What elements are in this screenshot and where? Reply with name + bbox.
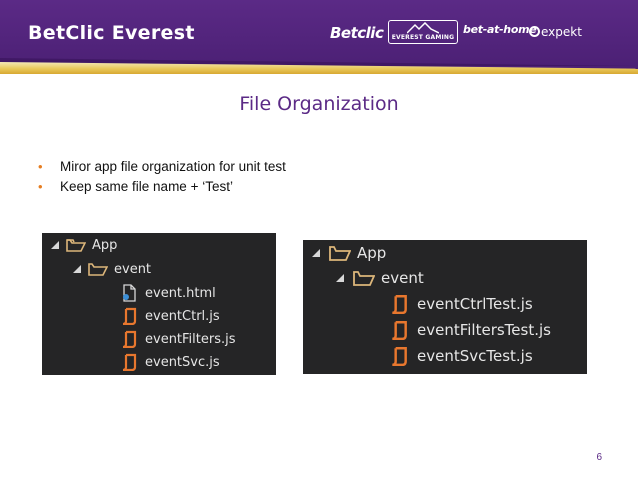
bullet-list: • Miror app file organization for unit t…	[38, 157, 286, 197]
tree-node-event[interactable]: event	[72, 261, 151, 277]
betclic-logo: Betclic	[330, 24, 384, 42]
folder-open-icon	[329, 246, 351, 261]
tree-label: App	[357, 244, 387, 262]
bullet-item: • Keep same file name + ‘Test’	[38, 177, 286, 197]
tree-file[interactable]: eventSvcTest.js	[389, 346, 533, 366]
expand-triangle-icon[interactable]	[50, 240, 60, 250]
folder-open-icon	[88, 263, 108, 276]
bullet-item: • Miror app file organization for unit t…	[38, 157, 286, 177]
tree-label: event	[114, 261, 152, 277]
bullet-dot-icon: •	[38, 159, 43, 174]
tree-label: eventSvc.js	[145, 354, 220, 370]
bullet-dot-icon: •	[38, 179, 43, 194]
slide-title: File Organization	[239, 93, 399, 115]
js-file-icon	[392, 321, 407, 340]
tree-label: event.html	[145, 285, 216, 301]
right-file-tree: App event eventCtrlTest.js eventFiltersT…	[303, 240, 587, 374]
tree-node-app[interactable]: App	[50, 237, 117, 253]
js-file-icon	[392, 295, 407, 314]
tree-node-event[interactable]: event	[335, 269, 424, 287]
everest-gaming-logo: EVEREST GAMING	[388, 20, 458, 44]
expand-triangle-icon[interactable]	[311, 248, 321, 258]
js-file-icon	[122, 330, 137, 348]
bullet-text: Miror app file organization for unit tes…	[60, 159, 286, 174]
tree-file[interactable]: event.html	[120, 284, 216, 302]
left-file-tree: App event event.html eventCtrl.js eventF…	[42, 233, 276, 375]
expekt-circle-icon	[529, 26, 540, 37]
tree-file[interactable]: eventCtrlTest.js	[389, 294, 533, 314]
everest-gaming-text: EVEREST GAMING	[391, 34, 455, 41]
mountain-icon	[407, 22, 439, 34]
bullet-text: Keep same file name + ‘Test’	[60, 179, 233, 194]
tree-node-app[interactable]: App	[311, 244, 386, 262]
expand-triangle-icon[interactable]	[335, 273, 345, 283]
tree-label: App	[92, 237, 118, 253]
folder-open-icon	[353, 271, 375, 286]
tree-label: eventFiltersTest.js	[417, 321, 551, 339]
tree-label: eventFilters.js	[145, 331, 236, 347]
folder-open-icon	[66, 239, 86, 252]
tree-label: eventCtrl.js	[145, 308, 220, 324]
expekt-text: expekt	[541, 25, 582, 39]
tree-file[interactable]: eventFiltersTest.js	[389, 320, 551, 340]
bet-at-home-logo: bet-at-home	[463, 23, 537, 36]
tree-label: eventSvcTest.js	[417, 347, 533, 365]
expekt-logo: expekt	[529, 25, 582, 39]
tree-file[interactable]: eventSvc.js	[120, 353, 220, 371]
company-name: BetClic Everest	[28, 22, 195, 44]
tree-label: event	[381, 269, 424, 287]
tree-label: eventCtrlTest.js	[417, 295, 533, 313]
js-file-icon	[122, 307, 137, 325]
js-file-icon	[122, 353, 137, 371]
js-file-icon	[392, 347, 407, 366]
tree-file[interactable]: eventFilters.js	[120, 330, 236, 348]
tree-file[interactable]: eventCtrl.js	[120, 307, 220, 325]
expand-triangle-icon[interactable]	[72, 264, 82, 274]
page-number: 6	[596, 452, 602, 463]
html-file-icon	[123, 284, 136, 302]
